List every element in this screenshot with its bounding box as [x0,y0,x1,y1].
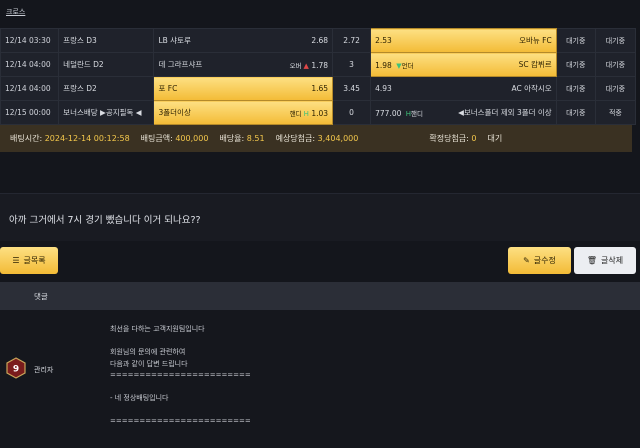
away-pick-cell[interactable]: 777.00 H핸디 ◀보너스폴더 제외 3폴더 이상 [370,100,557,125]
comments-header: 댓글 [0,282,640,310]
away-team: 오바뉴 FC [519,36,552,45]
post-text: 아까 그거에서 7시 경기 뺐습니다 이거 되나요?? [9,215,201,226]
bet-status: 대기중 [555,52,596,77]
away-team: SC 캄뷔르 [518,60,552,69]
away-handicap-tag: 핸디 [411,109,423,118]
delete-button-label: 글삭제 [601,256,624,265]
draw-odds[interactable]: 3.45 [332,76,372,101]
comment-line: 다음과 같이 답변 드립니다 [110,359,188,368]
bet-result: 대기중 [594,52,637,77]
home-team: 데 그라프샤프 [158,60,203,69]
bet-status: 대기중 [555,100,596,125]
level-number: 9 [13,365,19,375]
home-pick-cell[interactable]: 데 그라프샤프 오버 ▲ 1.78 [153,52,334,77]
odds-label: 배당율: [219,134,245,143]
level-badge-icon: 9 [6,357,26,379]
edit-button[interactable]: ✎ 글수정 [508,247,571,274]
expected-win-value: 3,404,000 [317,134,359,143]
bet-result: 대기중 [594,76,637,101]
bet-row: 12/14 04:00 네덜란드 D2 데 그라프샤프 오버 ▲ 1.78 3 1.98 ▼… [0,52,637,77]
away-team: ◀보너스폴더 제외 3폴더 이상 [458,108,552,117]
breadcrumb[interactable]: 크로스 [6,7,25,17]
comment-line [110,382,251,394]
bet-summary: 배팅시간: 2024-12-14 00:12:58 배팅금액: 400,000 … [0,125,632,152]
list-button-label: 글목록 [23,256,46,265]
bet-row: 12/14 04:00 프랑스 D2 포 FC 1.65 3.45 4.93 AC 아작시오… [0,76,637,101]
comment-line [110,405,251,417]
handicap-icon: H [303,109,309,118]
home-odds: 1.78 [311,60,329,70]
bet-status: 대기중 [555,28,596,53]
away-pick-cell[interactable]: 2.53 오바뉴 FC [370,28,557,53]
trash-icon: 🗑 [586,256,598,265]
comment-line [110,336,251,348]
bet-league: 보너스배당 ▶공지필독 ◀ [58,100,155,125]
comments-title: 댓글 [34,291,48,301]
odds-value: 8.51 [246,134,265,143]
delete-button[interactable]: 🗑 글삭제 [574,247,636,274]
bet-date: 12/15 00:00 [0,100,60,125]
edit-icon: ✎ [523,256,530,265]
draw-odds[interactable]: 2.72 [332,28,372,53]
away-pick-cell[interactable]: 1.98 ▼언더 SC 캄뷔르 [370,52,557,77]
bet-status: 대기중 [555,76,596,101]
home-team: LB 샤토루 [158,36,191,45]
away-odds: 1.98 [375,60,392,70]
comment-text: 최선을 다하는 고객지원팀입니다회원님의 문의에 관련하여다음과 같이 답변 드… [110,324,251,428]
draw-odds[interactable]: 0 [332,100,372,125]
expected-win-label: 예상당첨금: [275,134,316,143]
confirmed-win-label: 확정당첨금: [429,134,469,143]
list-button[interactable]: ☰ 글목록 [0,247,58,274]
bet-state: 대기 [487,134,503,143]
bet-amount-value: 400,000 [175,134,209,143]
comment-line: ======================== [110,371,251,379]
home-pick-cell[interactable]: 포 FC 1.65 [153,76,334,101]
home-odds: 1.65 [311,84,329,93]
comment-author: 관리자 [34,366,54,374]
bet-date: 12/14 04:00 [0,52,60,77]
bet-date: 12/14 04:00 [0,76,60,101]
away-odds: 4.93 [375,84,392,93]
home-team: 포 FC [158,84,178,93]
confirmed-win-value: 0 [471,134,477,143]
home-handicap-tag: 오버 [289,61,302,70]
bet-row: 12/15 00:00 보너스배당 ▶공지필독 ◀ 3폴더이상 핸디 H 1.03 0 77… [0,100,637,125]
bet-date: 12/14 03:30 [0,28,60,53]
list-icon: ☰ [12,256,20,265]
home-pick-cell[interactable]: 3폴더이상 핸디 H 1.03 [153,100,334,125]
home-odds: 2.68 [311,36,329,45]
bet-league: 프랑스 D3 [58,28,155,53]
away-pick-cell[interactable]: 4.93 AC 아작시오 [370,76,557,101]
bet-result: 적중 [594,100,637,125]
bet-league: 네덜란드 D2 [58,52,155,77]
comment-item: 9 관리자 최선을 다하는 고객지원팀입니다회원님의 문의에 관련하여다음과 같… [0,310,640,448]
home-team: 3폴더이상 [158,108,191,117]
home-handicap-tag: 핸디 [289,109,302,118]
bet-row: 12/14 03:30 프랑스 D3 LB 샤토루 2.68 2.72 2.53 오바뉴 F… [0,28,637,53]
draw-odds[interactable]: 3 [332,52,372,77]
away-handicap-tag: 언더 [401,61,414,70]
home-pick-cell[interactable]: LB 샤토루 2.68 [153,28,334,53]
away-odds: 2.53 [375,36,392,45]
bet-amount-label: 배팅금액: [140,134,173,143]
comment-line: 회원님의 문의에 관련하여 [110,348,186,356]
edit-button-label: 글수정 [533,256,556,265]
home-odds: 1.03 [311,108,329,118]
comment-line: - 네 정상배팅입니다 [110,394,169,402]
comment-line: 최선을 다하는 고객지원팀입니다 [110,325,205,333]
away-odds: 777.00 [375,108,402,118]
bet-league: 프랑스 D2 [58,76,155,101]
bet-slip-table: 12/14 03:30 프랑스 D3 LB 샤토루 2.68 2.72 2.53 오바뉴 F… [0,28,637,125]
comment-line: ======================== [110,417,251,425]
bet-time-value: 2024-12-14 00:12:58 [44,134,130,143]
away-team: AC 아작시오 [511,84,552,93]
up-arrow-icon: ▲ [303,61,309,70]
post-body: 아까 그거에서 7시 경기 뺐습니다 이거 되나요?? [0,193,640,241]
bet-time-label: 배팅시간: [10,134,43,143]
bet-result: 대기중 [594,28,637,53]
